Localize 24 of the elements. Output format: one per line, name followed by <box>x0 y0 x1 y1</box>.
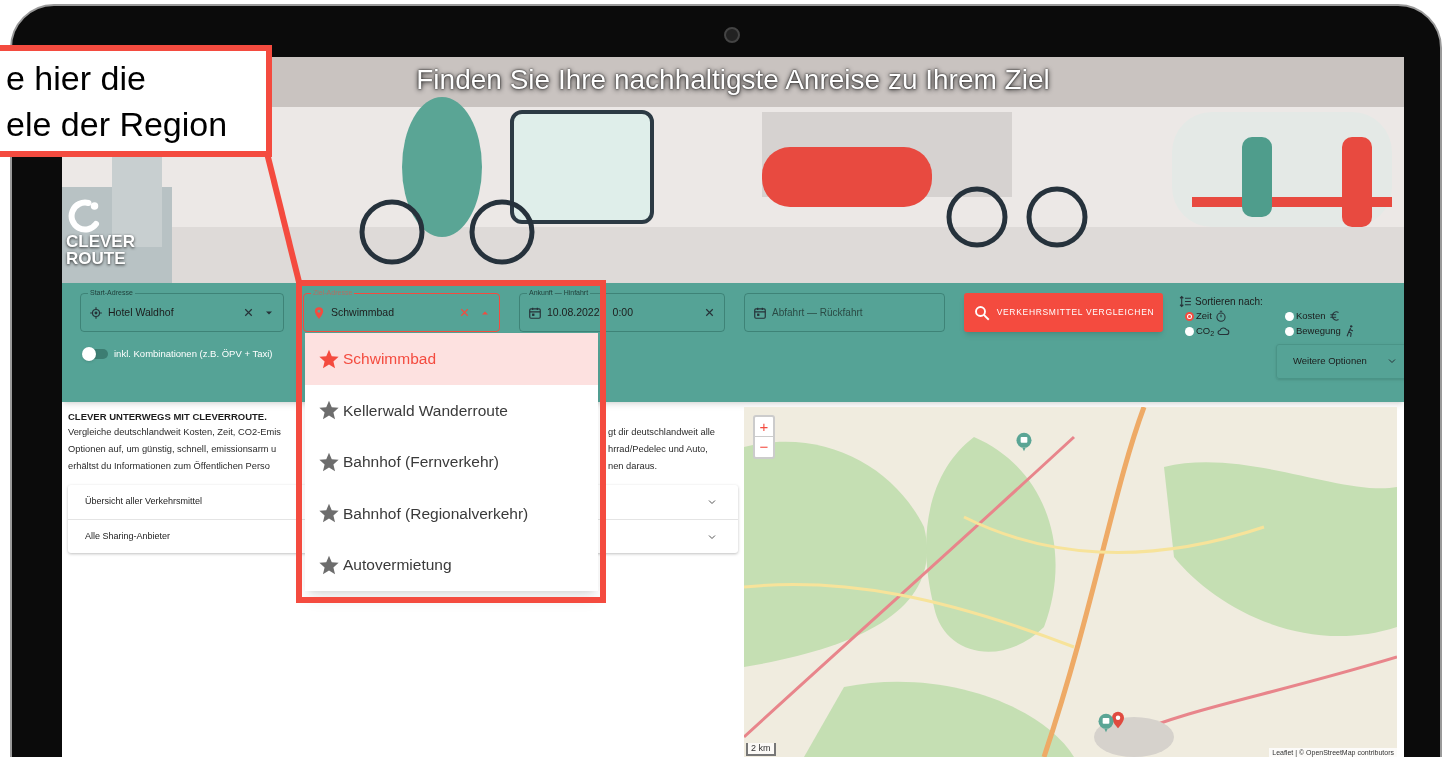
field-value: 10.08.2022 <box>547 304 600 320</box>
scale-bar: 2 km <box>746 743 776 756</box>
radio-label: Kosten <box>1296 309 1326 323</box>
field-placeholder: Abfahrt — Rückfahrt <box>772 306 864 320</box>
radio-label: Bewegung <box>1296 324 1341 339</box>
radio-label: Zeit <box>1196 309 1212 323</box>
callout-text: e hier die <box>6 58 147 99</box>
intro-text: Vergleiche deutschlandweit Kosten, Zeit, CO2-Emis <box>68 426 281 439</box>
intro-text: Optionen auf, um günstig, schnell, emissionsarm u <box>68 443 277 456</box>
banner-title: Finden Sie Ihre nachhaltigste Anreise zu Ihrem Ziel <box>416 63 1050 97</box>
intro-text: nen daraus. <box>608 460 658 473</box>
intro-text: erhältst du Informationen zum Öffentlichen Perso <box>68 460 270 473</box>
sort-label: Sortieren nach: <box>1195 295 1263 309</box>
field-value: Schwimmbad <box>331 304 396 320</box>
intro-text: gt dir deutschlandweit alle <box>608 426 715 439</box>
field-value: Hotel Waldhof <box>108 304 175 320</box>
toggle-label: inkl. Kombinationen (z.B. ÖPV + Taxi) <box>114 347 273 361</box>
radio-label: CO$_{2}$ <box>1196 324 1215 339</box>
intro-text: hrrad/Pedelec und Auto, <box>608 443 708 456</box>
logo-text: CLEVER <box>66 233 135 250</box>
field-value: 0:00 <box>612 304 633 320</box>
logo-text: ROUTE <box>66 250 126 267</box>
callout-text: ele der Region <box>6 104 229 145</box>
intro-title: CLEVER UNTERWEGS MIT CLEVERROUTE. <box>68 410 267 424</box>
